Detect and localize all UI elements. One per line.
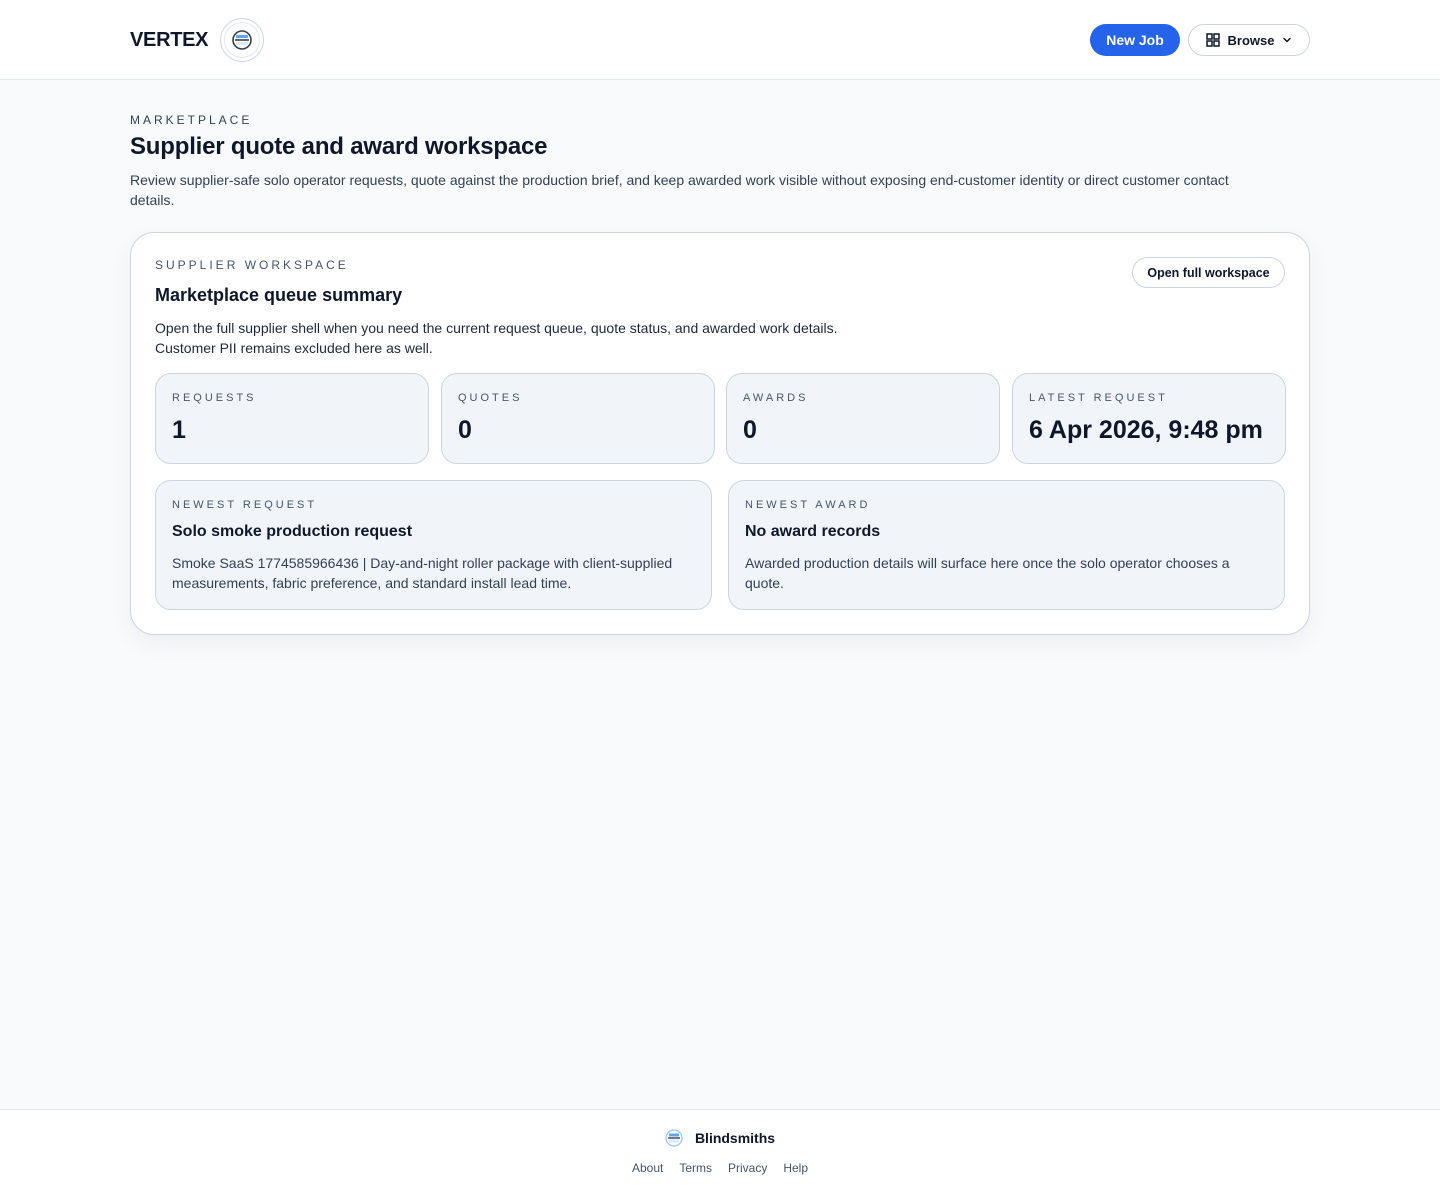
footer-brand: Blindsmiths: [0, 1129, 1440, 1147]
browse-menu-button[interactable]: Browse: [1188, 24, 1310, 56]
top-navigation-bar: VERTEX New Job Browse: [0, 0, 1440, 80]
footer-brand-name: Blindsmiths: [694, 1130, 776, 1146]
workspace-description: Open the full supplier shell when you ne…: [155, 318, 915, 358]
newest-award-panel: NEWEST AWARD No award records Awarded pr…: [728, 480, 1285, 610]
stat-value: 0: [458, 416, 472, 444]
newest-award-description: Awarded production details will surface …: [745, 555, 1230, 591]
newest-request-description: Smoke SaaS 1774585966436 | Day-and-night…: [172, 555, 673, 591]
grid-icon: [1205, 33, 1220, 47]
newest-request-title: Solo smoke production request: [172, 523, 413, 540]
chevron-down-icon: [1283, 37, 1292, 43]
newest-request-panel: NEWEST REQUEST Solo smoke production req…: [155, 480, 712, 610]
stat-card-quotes: QUOTES 0: [441, 373, 715, 464]
workspace-description-line-2: Customer PII remains excluded here as we…: [155, 340, 433, 356]
stat-value: 0: [743, 416, 757, 444]
workspace-description-line-1: Open the full supplier shell when you ne…: [155, 320, 838, 336]
workspace-eyebrow: SUPPLIER WORKSPACE: [155, 258, 349, 272]
stat-label: AWARDS: [743, 392, 809, 404]
newest-award-title: No award records: [745, 523, 881, 540]
stat-value: 6 Apr 2026, 9:48 pm: [1029, 416, 1263, 444]
footer-link-about[interactable]: About: [632, 1161, 663, 1175]
footer-links: About Terms Privacy Help: [0, 1161, 1440, 1175]
blindsmiths-logo-icon: [665, 1129, 683, 1147]
footer-link-help[interactable]: Help: [783, 1161, 808, 1175]
stat-label: REQUESTS: [172, 392, 257, 404]
newest-request-label: NEWEST REQUEST: [172, 499, 318, 511]
footer-link-privacy[interactable]: Privacy: [728, 1161, 767, 1175]
page-footer: Blindsmiths About Terms Privacy Help: [0, 1109, 1440, 1200]
page-description: Review supplier-safe solo operator reque…: [130, 172, 1229, 208]
newest-award-label: NEWEST AWARD: [745, 499, 871, 511]
stat-value: 1: [172, 416, 186, 444]
stat-card-requests: REQUESTS 1: [155, 373, 429, 464]
brand[interactable]: VERTEX: [130, 18, 265, 62]
workspace-title: Marketplace queue summary: [155, 285, 403, 305]
stat-card-latest-request: LATEST REQUEST 6 Apr 2026, 9:48 pm: [1012, 373, 1286, 464]
open-full-workspace-button[interactable]: Open full workspace: [1132, 257, 1285, 288]
supplier-workspace-card: SUPPLIER WORKSPACE Marketplace queue sum…: [130, 232, 1310, 635]
stat-label: QUOTES: [458, 392, 523, 404]
new-job-button[interactable]: New Job: [1090, 24, 1180, 56]
footer-link-terms[interactable]: Terms: [679, 1161, 712, 1175]
stat-card-awards: AWARDS 0: [726, 373, 1000, 464]
stat-label: LATEST REQUEST: [1029, 392, 1168, 404]
page-eyebrow: MARKETPLACE: [130, 113, 253, 127]
brand-logo-icon: [220, 18, 265, 62]
page-title: Supplier quote and award workspace: [130, 133, 548, 160]
browse-label: Browse: [1227, 32, 1275, 48]
window-blind-icon: [232, 30, 253, 50]
brand-name: VERTEX: [130, 28, 209, 51]
